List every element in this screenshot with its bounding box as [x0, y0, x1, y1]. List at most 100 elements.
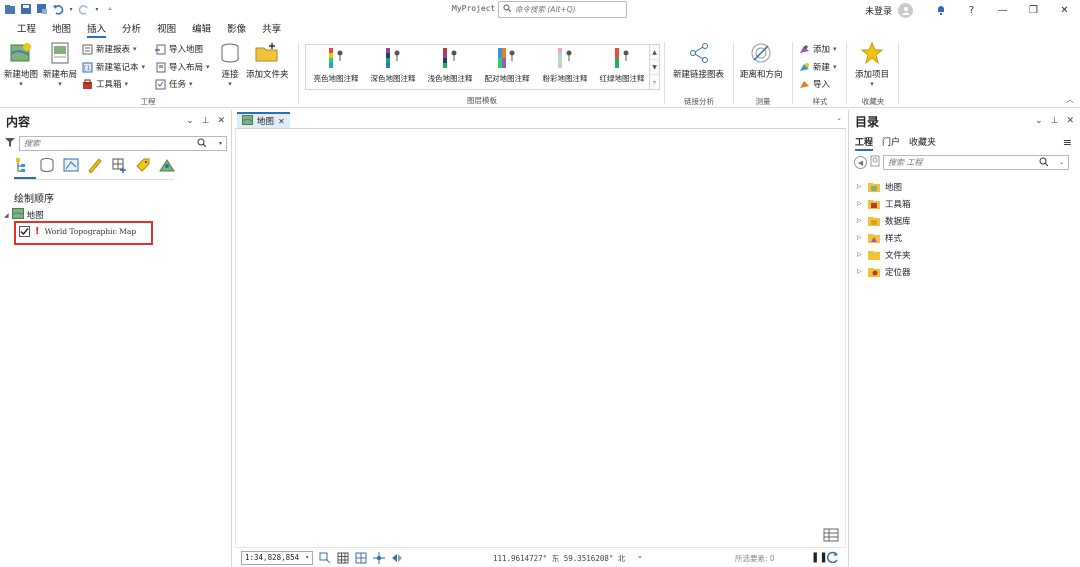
refresh-icon[interactable] [826, 551, 839, 566]
expand-triangle-icon[interactable]: ▷ [857, 251, 863, 258]
layer-visibility-checkbox[interactable] [19, 226, 30, 237]
new-map-button[interactable]: 新建地图 ▾ [4, 41, 38, 88]
gallery-scroll-down-icon[interactable]: ▼ [650, 60, 659, 75]
map-canvas[interactable] [235, 128, 846, 546]
add-style-button[interactable]: 添加 ▾ [799, 43, 837, 55]
search-dropdown-icon[interactable]: ⌄ [1059, 159, 1064, 166]
login-status[interactable]: 未登录 [865, 4, 892, 17]
minimize-button[interactable]: — [987, 0, 1018, 20]
collapse-ribbon-icon[interactable]: ︿ [1066, 94, 1074, 105]
attribute-table-icon[interactable] [823, 528, 839, 545]
grid-icon[interactable] [337, 552, 349, 564]
list-by-drawing-order-icon[interactable] [14, 156, 32, 174]
grid-snap-icon[interactable] [355, 552, 367, 564]
expand-triangle-icon[interactable]: ▷ [857, 268, 863, 275]
filter-icon[interactable] [5, 137, 15, 150]
collapse-triangle-icon[interactable]: ◢ [4, 212, 9, 219]
list-by-source-icon[interactable] [38, 156, 56, 174]
gallery-expand-icon[interactable]: ▿ [650, 75, 659, 89]
tab-project[interactable]: 工程 [9, 21, 44, 38]
template-pastel-annotation[interactable]: 粉彩地图注释 [537, 47, 593, 87]
close-pane-icon[interactable]: ✕ [1066, 116, 1074, 126]
close-tab-icon[interactable]: ✕ [278, 117, 285, 126]
gallery-scroll-up-icon[interactable]: ▲ [650, 45, 659, 60]
catalog-tab-portal[interactable]: 门户 [882, 135, 900, 151]
expand-triangle-icon[interactable]: ▷ [857, 200, 863, 207]
tab-share[interactable]: 共享 [254, 21, 289, 38]
list-by-labeling-icon[interactable] [134, 156, 152, 174]
new-layout-button[interactable]: 新建布局 ▾ [43, 41, 77, 88]
new-notebook-button[interactable]: [1] 新建笔记本 ▾ [82, 61, 145, 73]
fixed-zoom-icon[interactable] [319, 552, 331, 564]
catalog-item-folders[interactable]: ▷ 文件夹 [857, 246, 911, 263]
save-as-icon[interactable] [36, 3, 48, 15]
tab-analysis[interactable]: 分析 [114, 21, 149, 38]
new-report-button[interactable]: 新建报表 ▾ [82, 43, 137, 55]
list-by-perspective-imagery-icon[interactable] [158, 156, 176, 174]
add-folder-button[interactable]: 添加文件夹 [246, 41, 289, 80]
location-icon[interactable] [870, 155, 880, 170]
expand-triangle-icon[interactable]: ▷ [857, 234, 863, 241]
tab-insert[interactable]: 插入 [79, 21, 114, 38]
template-paired-annotation[interactable]: 配对地图注释 [479, 47, 535, 87]
scale-selector[interactable]: 1:34,828,854 ▾ [241, 550, 313, 565]
new-style-button[interactable]: 新建 ▾ [799, 61, 837, 73]
import-layout-button[interactable]: 导入布局 ▾ [155, 61, 210, 73]
connect-button[interactable]: 连接 ▾ [218, 41, 242, 88]
template-redgreen-annotation[interactable]: 红绿地图注释 [594, 47, 650, 87]
import-style-button[interactable]: 导入 [799, 78, 830, 90]
view-list-dropdown-icon[interactable]: ⌄ [836, 114, 842, 122]
expand-triangle-icon[interactable]: ▷ [857, 183, 863, 190]
add-item-button[interactable]: 添加项目 ▾ [855, 41, 889, 88]
undo-icon[interactable] [52, 3, 64, 15]
close-pane-icon[interactable]: ✕ [217, 116, 225, 126]
avatar[interactable] [898, 2, 913, 18]
catalog-item-maps[interactable]: ▷ 地图 [857, 178, 911, 195]
navigate-icon[interactable] [391, 552, 403, 564]
help-button[interactable]: ? [956, 0, 987, 20]
save-icon[interactable] [20, 3, 32, 15]
tab-view[interactable]: 视图 [149, 21, 184, 38]
contents-search-box[interactable]: ▾ [19, 136, 227, 151]
pause-drawing-icon[interactable]: ❚❚ [811, 552, 828, 563]
distance-direction-button[interactable]: 距离和方向 [740, 41, 783, 80]
tab-edit[interactable]: 编辑 [184, 21, 219, 38]
catalog-item-styles[interactable]: ▷ 样式 [857, 229, 911, 246]
notification-icon[interactable] [925, 0, 956, 20]
map-tree-node[interactable]: ◢ 地图 [4, 208, 44, 222]
map-view-tab[interactable]: 地图 ✕ [237, 112, 290, 128]
customize-qat-icon[interactable]: ⩡ [104, 3, 116, 15]
catalog-item-databases[interactable]: ▷ 数据库 [857, 212, 911, 229]
open-project-icon[interactable] [4, 3, 16, 15]
pane-options-icon[interactable]: ⌄ [186, 116, 194, 126]
redo-icon[interactable] [78, 3, 90, 15]
import-map-button[interactable]: 导入地图 [155, 43, 203, 55]
restore-button[interactable]: ❐ [1018, 0, 1049, 20]
close-window-button[interactable]: ✕ [1049, 0, 1080, 20]
template-dark-annotation[interactable]: 深色地图注释 [365, 47, 421, 87]
catalog-search-box[interactable]: ⌄ [883, 155, 1069, 170]
pane-options-icon[interactable]: ⌄ [1035, 116, 1043, 126]
coordinates-dropdown-icon[interactable]: ⌄ [637, 552, 643, 560]
catalog-item-toolboxes[interactable]: ▷ 工具箱 [857, 195, 911, 212]
redo-dropdown-icon[interactable]: ▾ [94, 3, 100, 15]
catalog-search-input[interactable] [888, 158, 1028, 167]
snapping-icon[interactable] [373, 551, 385, 564]
template-bright-annotation[interactable]: 亮色地图注释 [308, 47, 364, 87]
expand-triangle-icon[interactable]: ▷ [857, 217, 863, 224]
new-link-chart-button[interactable]: 新建链接图表 [673, 41, 724, 80]
tab-imagery[interactable]: 影像 [219, 21, 254, 38]
pin-icon[interactable]: ⊥ [1051, 116, 1059, 126]
catalog-tab-favorites[interactable]: 收藏夹 [909, 135, 936, 151]
catalog-item-locators[interactable]: ▷ 定位器 [857, 263, 911, 280]
catalog-tab-project[interactable]: 工程 [855, 135, 874, 151]
list-by-editing-icon[interactable] [86, 156, 104, 174]
list-by-selection-icon[interactable] [62, 156, 80, 174]
search-dropdown-icon[interactable]: ▾ [219, 140, 222, 147]
tab-map[interactable]: 地图 [44, 21, 79, 38]
command-search-input[interactable] [515, 5, 623, 14]
pin-icon[interactable]: ⊥ [202, 116, 210, 126]
toolbox-button[interactable]: 工具箱 ▾ [82, 78, 128, 90]
hamburger-menu-icon[interactable]: ≡ [1063, 136, 1072, 149]
list-by-snapping-icon[interactable] [110, 156, 128, 174]
